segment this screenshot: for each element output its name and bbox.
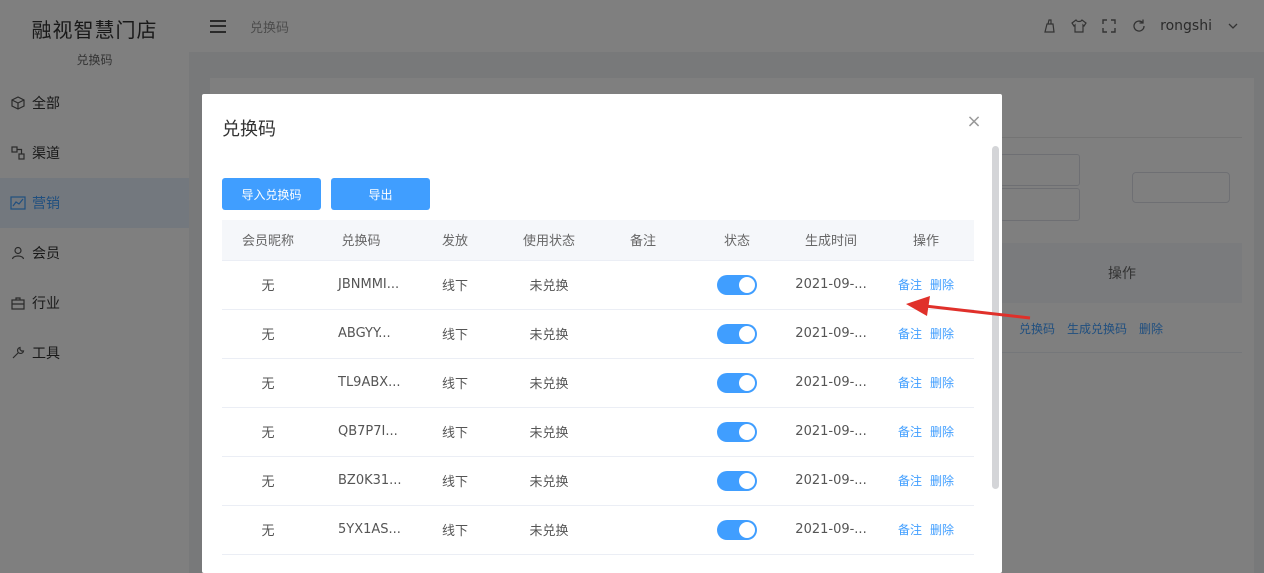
cell-usage: 未兑换	[502, 407, 596, 457]
cell-code: JBNMMI...	[314, 260, 408, 310]
note-link[interactable]: 备注	[898, 278, 922, 292]
cell-created: 2021-09-...	[784, 309, 878, 359]
status-toggle[interactable]	[717, 519, 757, 540]
cell-note	[596, 456, 690, 506]
cell-code: ABGYY...	[314, 309, 408, 359]
codes-table: 会员昵称 兑换码 发放 使用状态 备注 状态 生成时间 操作 无 JBNMMI..…	[222, 220, 974, 555]
column-header: 会员昵称	[222, 220, 314, 261]
delete-link[interactable]: 删除	[930, 376, 954, 390]
table-header-row: 会员昵称 兑换码 发放 使用状态 备注 状态 生成时间 操作	[222, 220, 974, 261]
dialog-title: 兑换码	[222, 119, 276, 140]
cell-note	[596, 407, 690, 457]
cell-code: 5YX1AS...	[314, 505, 408, 555]
column-header: 兑换码	[314, 220, 408, 261]
status-toggle[interactable]	[717, 421, 757, 442]
cell-status	[690, 358, 784, 408]
cell-usage: 未兑换	[502, 358, 596, 408]
cell-created: 2021-09-...	[784, 407, 878, 457]
cell-nickname: 无	[222, 505, 314, 555]
import-codes-button[interactable]: 导入兑换码	[222, 178, 321, 210]
column-header: 备注	[596, 220, 690, 261]
cell-nickname: 无	[222, 260, 314, 310]
cell-actions: 备注 删除	[878, 358, 974, 408]
cell-usage: 未兑换	[502, 309, 596, 359]
cell-note	[596, 260, 690, 310]
cell-usage: 未兑换	[502, 260, 596, 310]
delete-link[interactable]: 删除	[930, 327, 954, 341]
cell-actions: 备注 删除	[878, 456, 974, 506]
cell-status	[690, 407, 784, 457]
table-row: 无 BZ0K31... 线下 未兑换 2021-09-... 备注 删除	[222, 456, 974, 506]
cell-issue: 线下	[408, 505, 502, 555]
cell-nickname: 无	[222, 309, 314, 359]
status-toggle[interactable]	[717, 274, 757, 295]
cell-issue: 线下	[408, 260, 502, 310]
column-header: 使用状态	[502, 220, 596, 261]
cell-created: 2021-09-...	[784, 358, 878, 408]
delete-link[interactable]: 删除	[930, 474, 954, 488]
delete-link[interactable]: 删除	[930, 425, 954, 439]
delete-link[interactable]: 删除	[930, 278, 954, 292]
redeem-code-dialog: 兑换码 × 导入兑换码 导出 会员昵称 兑换码 发放 使用状态 备注 状态 生成…	[202, 94, 1002, 573]
cell-nickname: 无	[222, 456, 314, 506]
note-link[interactable]: 备注	[898, 327, 922, 341]
cell-issue: 线下	[408, 309, 502, 359]
status-toggle[interactable]	[717, 323, 757, 344]
cell-usage: 未兑换	[502, 456, 596, 506]
cell-actions: 备注 删除	[878, 309, 974, 359]
note-link[interactable]: 备注	[898, 474, 922, 488]
scrollbar[interactable]	[992, 146, 999, 489]
cell-actions: 备注 删除	[878, 260, 974, 310]
cell-code: QB7P7I...	[314, 407, 408, 457]
cell-status	[690, 505, 784, 555]
cell-nickname: 无	[222, 358, 314, 408]
table-row: 无 5YX1AS... 线下 未兑换 2021-09-... 备注 删除	[222, 505, 974, 555]
cell-usage: 未兑换	[502, 505, 596, 555]
cell-code: TL9ABX...	[314, 358, 408, 408]
cell-created: 2021-09-...	[784, 456, 878, 506]
close-icon[interactable]: ×	[966, 113, 982, 131]
cell-issue: 线下	[408, 456, 502, 506]
table-row: 无 ABGYY... 线下 未兑换 2021-09-... 备注 删除	[222, 309, 974, 359]
table-row: 无 TL9ABX... 线下 未兑换 2021-09-... 备注 删除	[222, 358, 974, 408]
cell-actions: 备注 删除	[878, 505, 974, 555]
cell-note	[596, 309, 690, 359]
cell-status	[690, 456, 784, 506]
column-header: 操作	[878, 220, 974, 261]
export-button[interactable]: 导出	[331, 178, 430, 210]
cell-created: 2021-09-...	[784, 260, 878, 310]
column-header: 状态	[690, 220, 784, 261]
cell-issue: 线下	[408, 407, 502, 457]
cell-nickname: 无	[222, 407, 314, 457]
cell-created: 2021-09-...	[784, 505, 878, 555]
delete-link[interactable]: 删除	[930, 523, 954, 537]
cell-note	[596, 358, 690, 408]
cell-note	[596, 505, 690, 555]
cell-status	[690, 309, 784, 359]
cell-status	[690, 260, 784, 310]
cell-actions: 备注 删除	[878, 407, 974, 457]
table-row: 无 JBNMMI... 线下 未兑换 2021-09-... 备注 删除	[222, 260, 974, 310]
cell-code: BZ0K31...	[314, 456, 408, 506]
column-header: 发放	[408, 220, 502, 261]
note-link[interactable]: 备注	[898, 425, 922, 439]
status-toggle[interactable]	[717, 372, 757, 393]
cell-issue: 线下	[408, 358, 502, 408]
note-link[interactable]: 备注	[898, 523, 922, 537]
column-header: 生成时间	[784, 220, 878, 261]
note-link[interactable]: 备注	[898, 376, 922, 390]
status-toggle[interactable]	[717, 470, 757, 491]
table-row: 无 QB7P7I... 线下 未兑换 2021-09-... 备注 删除	[222, 407, 974, 457]
